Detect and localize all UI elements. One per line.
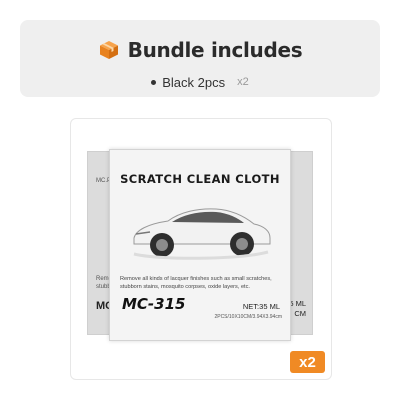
product-net-volume: NET:35 ML xyxy=(242,302,280,311)
product-size: 2PCS/10X10CM/3.94X3.94cm xyxy=(214,314,282,320)
product-description: Remove all kinds of lacquer finishes suc… xyxy=(120,276,272,290)
bundle-title: Bundle includes xyxy=(127,38,303,62)
car-image xyxy=(133,208,271,260)
back-right-cm: CM xyxy=(294,309,306,318)
bundle-item-quantity: x2 xyxy=(237,76,249,88)
front-sachet: SCRATCH CLEAN CLOTH Remove all kinds of … xyxy=(109,149,291,341)
back-right-net: 5 ML xyxy=(289,299,306,308)
bundle-header: Bundle includes xyxy=(20,35,380,65)
product-name: SCRATCH CLEAN CLOTH xyxy=(120,172,280,186)
box-icon xyxy=(99,41,118,59)
bullet-icon xyxy=(151,79,157,85)
bundle-item-label: Black 2pcs xyxy=(162,74,226,90)
bundle-panel: Bundle includes Black 2pcs x2 xyxy=(20,20,380,97)
product-model: MC-315 xyxy=(122,295,186,313)
product-image-card: MC.P Remo stubbo MC 5 ML CM SCRATCH CLEA… xyxy=(70,118,332,380)
bundle-item: Black 2pcs x2 xyxy=(20,72,380,92)
quantity-badge: x2 xyxy=(290,351,325,373)
